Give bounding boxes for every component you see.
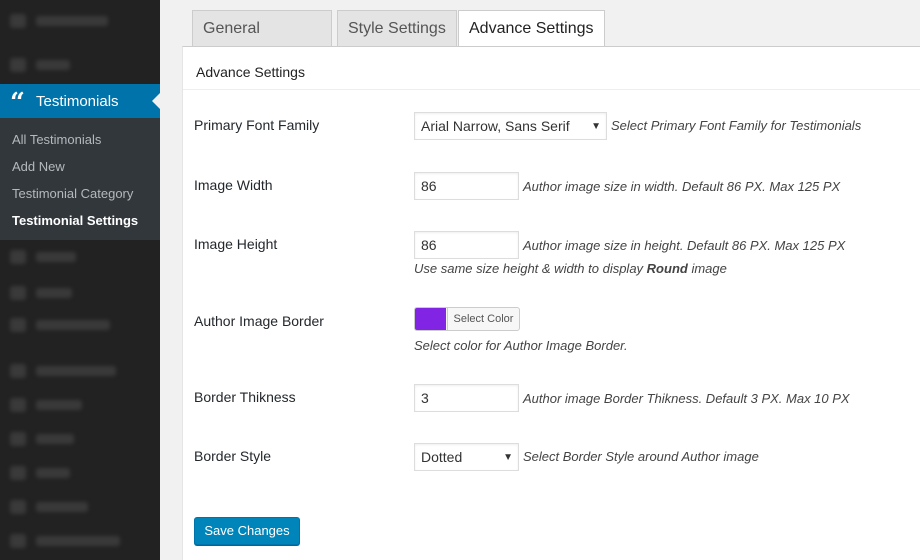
- sidebar-item-testimonials[interactable]: “ Testimonials: [0, 84, 160, 118]
- border-style-value: Dotted: [421, 449, 463, 465]
- sidebar-item-blurred[interactable]: [0, 276, 160, 310]
- note-bold-text: Round: [646, 261, 688, 276]
- font-family-value: Arial Narrow, Sans Serif: [421, 118, 570, 134]
- border-color-hint: Select color for Author Image Border.: [414, 338, 628, 353]
- quote-icon: “: [10, 88, 25, 118]
- tab-advance-settings[interactable]: Advance Settings: [458, 10, 605, 47]
- sidebar-item-blurred[interactable]: [0, 308, 160, 342]
- panel-title: Advance Settings: [196, 64, 305, 80]
- sidebar-item-blurred[interactable]: [0, 456, 160, 490]
- submenu-testimonial-category[interactable]: Testimonial Category: [0, 180, 160, 207]
- border-color-label: Author Image Border: [194, 313, 324, 329]
- border-style-label: Border Style: [194, 448, 272, 464]
- submenu-add-new[interactable]: Add New: [0, 153, 160, 180]
- image-width-input[interactable]: 86: [414, 172, 519, 200]
- font-family-select[interactable]: Arial Narrow, Sans Serif ▼: [414, 112, 607, 140]
- sidebar-item-blurred[interactable]: [0, 48, 160, 82]
- border-thickness-hint: Author image Border Thikness. Default 3 …: [523, 391, 850, 406]
- color-picker-button[interactable]: Select Color: [414, 307, 520, 331]
- tab-style-settings[interactable]: Style Settings: [337, 10, 457, 47]
- image-height-label: Image Height: [194, 236, 278, 252]
- testimonials-submenu: All Testimonials Add New Testimonial Cat…: [0, 118, 160, 240]
- border-thickness-label: Border Thikness: [194, 389, 296, 405]
- note-text: image: [687, 261, 727, 276]
- font-family-label: Primary Font Family: [194, 117, 320, 133]
- sidebar-item-blurred[interactable]: [0, 4, 160, 38]
- border-style-select[interactable]: Dotted ▼: [414, 443, 519, 471]
- sidebar-item-blurred[interactable]: [0, 490, 160, 524]
- image-height-input[interactable]: 86: [414, 231, 519, 259]
- divider: [183, 89, 920, 90]
- submenu-testimonial-settings[interactable]: Testimonial Settings: [0, 207, 160, 234]
- submenu-all-testimonials[interactable]: All Testimonials: [0, 126, 160, 153]
- border-thickness-input[interactable]: 3: [414, 384, 519, 412]
- save-changes-button[interactable]: Save Changes: [194, 517, 300, 545]
- image-width-hint: Author image size in width. Default 86 P…: [523, 179, 841, 194]
- tab-general-settings[interactable]: General Settings: [192, 10, 332, 73]
- select-color-label: Select Color: [447, 308, 519, 330]
- image-height-hint: Author image size in height. Default 86 …: [523, 238, 846, 253]
- font-family-hint: Select Primary Font Family for Testimoni…: [611, 118, 862, 133]
- sidebar-item-blurred[interactable]: [0, 354, 160, 388]
- active-pointer: [152, 93, 160, 109]
- sidebar-item-blurred[interactable]: [0, 524, 160, 558]
- color-swatch[interactable]: [415, 308, 446, 330]
- note-text: Use same size height & width to display: [414, 261, 647, 276]
- settings-panel: Advance Settings Primary Font Family Ari…: [182, 46, 920, 560]
- chevron-down-icon: ▼: [591, 121, 601, 132]
- sidebar-item-blurred[interactable]: [0, 388, 160, 422]
- round-image-note: Use same size height & width to display …: [414, 261, 727, 276]
- image-width-label: Image Width: [194, 177, 273, 193]
- sidebar-item-blurred[interactable]: [0, 422, 160, 456]
- sidebar-item-label: Testimonials: [36, 93, 119, 110]
- border-style-hint: Select Border Style around Author image: [523, 449, 759, 464]
- chevron-down-icon: ▼: [503, 452, 513, 463]
- sidebar-item-blurred[interactable]: [0, 240, 160, 274]
- admin-sidebar: “ Testimonials All Testimonials Add New …: [0, 0, 160, 560]
